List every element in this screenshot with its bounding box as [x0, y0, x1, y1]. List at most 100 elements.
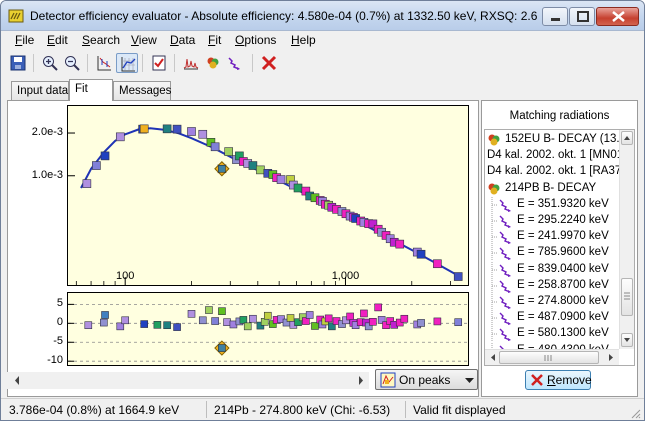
radiation-label: E = 487.0900 keV — [517, 311, 609, 324]
scroll-right-icon[interactable] — [605, 350, 617, 365]
grid-fit-icon — [121, 57, 136, 72]
check-button[interactable] — [148, 53, 170, 73]
resize-grip-icon[interactable] — [629, 407, 641, 419]
menu-data[interactable]: Data — [170, 33, 195, 47]
data-point — [162, 124, 172, 134]
data-point — [416, 249, 426, 259]
save-button[interactable] — [7, 53, 29, 73]
data-point — [205, 306, 213, 314]
tab-messages[interactable]: Messages — [113, 81, 171, 101]
scroll-down-button[interactable] — [621, 333, 633, 347]
horizontal-scroll-thumb[interactable] — [499, 351, 599, 364]
radiation-vertical-scrollbar[interactable] — [619, 130, 634, 349]
zoom-out-button[interactable] — [61, 53, 83, 73]
status-divider — [206, 401, 207, 418]
minimize-icon — [551, 18, 560, 21]
decay-arrow-icon — [499, 328, 511, 342]
menu-options[interactable]: Options — [235, 33, 276, 47]
data-point — [218, 307, 226, 315]
data-point — [360, 309, 368, 318]
toolbar-separator — [142, 54, 143, 72]
menu-fit[interactable]: Fit — [208, 33, 221, 47]
radiation-label: E = 351.9320 keV — [517, 197, 609, 210]
nuclide-icon — [207, 57, 219, 69]
nuclide-icon — [488, 134, 500, 146]
chevron-down-icon — [465, 378, 474, 383]
tick-label: 100 — [116, 270, 135, 282]
data-point — [248, 161, 258, 170]
plot-horizontal-scrollbar[interactable] — [7, 372, 369, 389]
data-point — [433, 317, 442, 326]
data-point — [139, 124, 149, 134]
grip-icon — [624, 292, 630, 300]
spectrum-icon — [183, 58, 199, 70]
fit-curve — [80, 127, 461, 278]
minimize-button[interactable] — [542, 7, 568, 26]
on-peaks-label: On peaks — [399, 373, 451, 387]
remove-button[interactable]: Remove — [525, 370, 592, 390]
toolbar-separator — [33, 54, 34, 72]
spectrum-button[interactable] — [180, 53, 202, 73]
close-button[interactable] — [596, 7, 639, 26]
menu-help[interactable]: Help — [291, 33, 316, 47]
error-bars-button[interactable] — [93, 53, 115, 73]
data-point — [311, 322, 319, 330]
grid-fit-button[interactable] — [116, 53, 138, 73]
data-point — [153, 321, 162, 329]
on-peaks-dropdown[interactable]: On peaks — [375, 369, 478, 390]
radiation-horizontal-scrollbar[interactable] — [485, 349, 619, 365]
zoom-in-icon — [43, 56, 58, 71]
decay-arrow-icon — [499, 231, 511, 245]
data-point — [276, 175, 286, 184]
peaks-icon — [380, 372, 396, 388]
data-point — [198, 316, 207, 325]
decay-button[interactable] — [224, 53, 246, 73]
remove-label: Remove — [547, 373, 592, 387]
menu-edit[interactable]: Edit — [47, 33, 68, 47]
tick-label: 1,000 — [331, 270, 360, 282]
efficiency-plot[interactable] — [67, 105, 469, 286]
nuclide-button[interactable] — [202, 53, 224, 73]
residual-plot[interactable] — [67, 292, 469, 366]
data-point — [224, 147, 233, 156]
zoom-in-button[interactable] — [39, 53, 61, 73]
data-point — [243, 322, 252, 331]
scroll-left-icon[interactable] — [487, 350, 499, 365]
menu-view[interactable]: View — [131, 33, 157, 47]
radiation-label: E = 274.8000 keV — [517, 295, 609, 307]
maximize-icon — [577, 11, 589, 22]
tick-label: -5 — [53, 335, 63, 348]
tab-input-data[interactable]: Input data — [11, 81, 69, 101]
scroll-thumb[interactable] — [621, 278, 633, 316]
radiation-label: 152EU B- DECAY (13.5 — [505, 133, 627, 145]
window-title: Detector efficiency evaluator - Absolute… — [30, 9, 538, 23]
nuclide-icon — [488, 183, 500, 195]
scroll-up-button[interactable] — [621, 131, 633, 145]
delete-button[interactable] — [258, 53, 280, 73]
data-point — [187, 310, 196, 318]
data-point — [82, 179, 92, 188]
decay-arrow-icon — [499, 199, 511, 212]
data-point — [454, 318, 463, 326]
menu-file[interactable]: File — [15, 33, 34, 47]
data-point — [115, 132, 125, 142]
data-point — [249, 314, 257, 323]
tab-fit[interactable]: Fit — [69, 79, 113, 101]
data-point — [84, 321, 93, 330]
data-point — [400, 314, 409, 323]
radiation-tree[interactable]: 152EU B- DECAY (13.5 D4 kal. 2002. okt. 1… — [484, 129, 635, 366]
radiation-label: E = 295.2240 keV — [517, 214, 609, 226]
maximize-button[interactable] — [569, 7, 595, 26]
decay-arrow-icon — [499, 280, 511, 293]
radiation-label: 214PB B- DECAY — [505, 181, 597, 194]
check-icon — [152, 55, 166, 71]
data-point — [100, 318, 108, 327]
scroll-left-icon[interactable] — [11, 372, 23, 389]
data-point — [433, 259, 442, 269]
scroll-right-icon[interactable] — [355, 372, 367, 389]
data-point — [293, 183, 303, 193]
radiation-label: D4 kal. 2002. okt. 1 [MN01 — [487, 149, 624, 162]
data-point — [92, 161, 101, 170]
data-point — [163, 321, 171, 330]
menu-search[interactable]: Search — [82, 33, 120, 47]
